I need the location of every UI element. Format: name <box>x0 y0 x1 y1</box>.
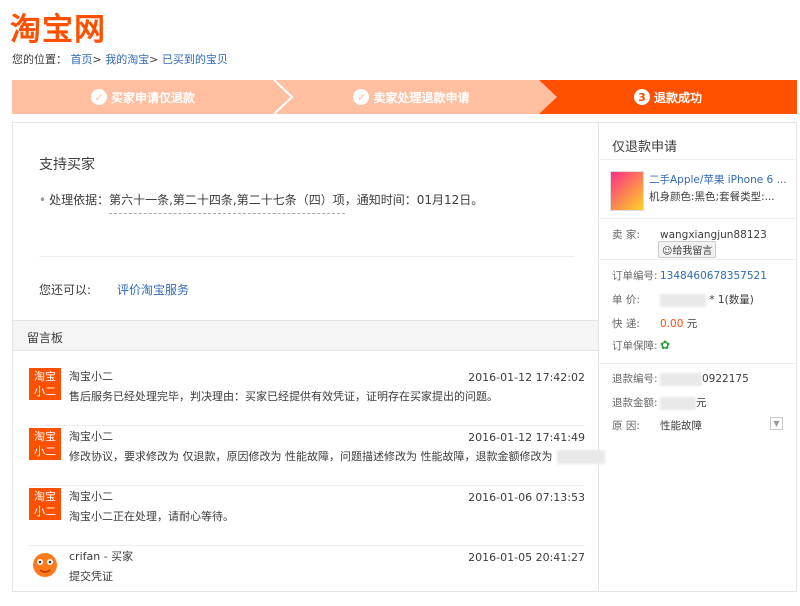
progress-steps: ✓ 买家申请仅退款 ✓ 卖家处理退款申请 3 退款成功 <box>12 80 797 114</box>
basis-time: ，通知时间：01月12日。 <box>344 193 484 207</box>
shipping-row: 快 递: 0.00 元 <box>612 316 697 331</box>
refund-amount-label: 退款金额: <box>612 397 658 409</box>
step-1: ✓ 买家申请仅退款 <box>12 80 274 114</box>
result-title: 支持买家 <box>39 157 95 173</box>
message-item: 淘宝 小二 淘宝小二 2016-01-06 07:13:53 淘宝小二正在处理，请… <box>29 488 585 546</box>
message-author: 淘宝小二 <box>69 490 113 503</box>
message-text: 修改协议，要求修改为 仅退款，原因修改为 性能故障，问题描述修改为 性能故障，退… <box>69 448 605 464</box>
basis-label: 处理依据： <box>49 193 110 207</box>
refund-amount-row: 退款金额: 元 <box>612 395 707 410</box>
reason-label: 原 因: <box>612 420 640 432</box>
rate-service-link[interactable]: 评价淘宝服务 <box>117 283 189 297</box>
sidebar-title: 仅退款申请 <box>612 140 678 155</box>
shipping-label: 快 递: <box>612 318 640 330</box>
step-number-icon: 3 <box>633 89 650 105</box>
price-quantity: * 1(数量) <box>709 294 754 306</box>
divider <box>598 363 797 364</box>
protection-badge-icon[interactable]: ✿ <box>660 338 670 352</box>
breadcrumb-sep: > <box>149 53 159 66</box>
message-author: 淘宝小二 <box>69 430 113 443</box>
shipping-fee: 0.00 <box>660 318 684 330</box>
refund-sidebar: 仅退款申请 二手Apple/苹果 iPhone 6 ... 机身颜色:黑色;套餐… <box>598 122 797 592</box>
basis-line: • 处理依据：第六十一条,第二十四条,第二十七条（四）项，通知时间：01月12日。 <box>39 191 484 214</box>
product-attributes: 机身颜色:黑色;套餐类型:... <box>649 191 775 203</box>
breadcrumb-my-taobao-link[interactable]: 我的淘宝 <box>105 53 149 66</box>
message-text: 淘宝小二正在处理，请耐心等待。 <box>69 510 234 523</box>
avatar: 淘宝 小二 <box>29 368 61 400</box>
reason-row: 原 因: 性能故障 <box>612 418 702 433</box>
avatar <box>29 548 61 580</box>
shipping-unit: 元 <box>686 318 698 330</box>
bullet-icon: • <box>39 193 47 207</box>
message-text: 提交凭证 <box>69 570 113 583</box>
message-item: crifan - 买家 2016-01-05 20:41:27 提交凭证 <box>29 548 585 606</box>
also-label: 您还可以: <box>39 283 92 297</box>
redacted-price <box>660 293 706 307</box>
message-author: crifan - 买家 <box>69 550 134 563</box>
message-text-content: 修改协议，要求修改为 仅退款，原因修改为 性能故障，问题描述修改为 性能故障，退… <box>69 450 553 463</box>
redacted-refund-number <box>660 372 702 386</box>
user-avatar-icon <box>33 553 57 577</box>
message-seller-button[interactable]: ☺给我留言 <box>658 241 717 258</box>
message-time: 2016-01-12 17:42:02 <box>468 371 585 384</box>
message-text: 售后服务已经处理完毕，判决理由：买家已经提供有效凭证，证明存在买家提出的问题。 <box>69 390 498 403</box>
step-3: 3 退款成功 <box>539 80 797 114</box>
message-seller-label: 给我留言 <box>672 246 713 257</box>
divider <box>598 159 797 160</box>
basis-law: 第六十一条,第二十四条,第二十七条（四）项 <box>109 193 345 214</box>
check-icon: ✓ <box>90 89 107 105</box>
protection-label: 订单保障: <box>612 340 658 352</box>
order-row: 订单编号: 1348460678357521 <box>612 268 767 283</box>
breadcrumb: 您的位置： 首页> 我的淘宝> 已买到的宝贝 <box>12 51 228 67</box>
breadcrumb-prefix: 您的位置： <box>12 53 67 66</box>
price-row: 单 价: * 1(数量) <box>612 292 754 307</box>
avatar: 淘宝 小二 <box>29 428 61 460</box>
step-3-label: 退款成功 <box>653 90 702 105</box>
divider <box>598 218 797 219</box>
product-thumbnail[interactable] <box>610 171 644 211</box>
protection-row: 订单保障: ✿ <box>612 338 670 353</box>
seller-row: 卖 家: wangxiangjun88123 <box>612 227 767 242</box>
breadcrumb-sep: > <box>92 53 102 66</box>
reason-value: 性能故障 <box>660 420 702 432</box>
message-author: 淘宝小二 <box>69 370 113 383</box>
message-board-header: 留言板 <box>13 320 598 351</box>
divider <box>39 256 574 257</box>
step-arrow-icon <box>539 80 557 114</box>
main-panel: 支持买家 • 处理依据：第六十一条,第二十四条,第二十七条（四）项，通知时间：01… <box>12 122 605 592</box>
redacted-refund-amount <box>660 396 696 410</box>
also-row: 您还可以: 评价淘宝服务 <box>39 281 189 298</box>
seller-name: wangxiangjun88123 <box>660 229 767 241</box>
order-number-link[interactable]: 1348460678357521 <box>660 270 767 282</box>
refund-amount-unit: 元 <box>696 397 707 409</box>
refund-number-tail: 0922175 <box>702 373 749 385</box>
avatar: 淘宝 小二 <box>29 488 61 520</box>
breadcrumb-home-link[interactable]: 首页 <box>71 53 93 66</box>
step-2-label: 卖家处理退款申请 <box>373 90 470 105</box>
refund-number-row: 退款编号: 0922175 <box>612 371 749 386</box>
divider <box>598 259 797 260</box>
breadcrumb-bought-link[interactable]: 已买到的宝贝 <box>162 53 228 66</box>
seller-label: 卖 家: <box>612 229 640 241</box>
message-item: 淘宝 小二 淘宝小二 2016-01-12 17:41:49 修改协议，要求修改为… <box>29 428 605 486</box>
message-time: 2016-01-12 17:41:49 <box>468 431 585 444</box>
taobao-logo[interactable]: 淘宝网 <box>10 4 106 49</box>
message-item: 淘宝 小二 淘宝小二 2016-01-12 17:42:02 售后服务已经处理完毕… <box>29 368 585 426</box>
chat-icon: ☺ <box>662 246 673 257</box>
price-label: 单 价: <box>612 294 640 306</box>
product-title-link[interactable]: 二手Apple/苹果 iPhone 6 ... <box>649 172 795 187</box>
step-1-label: 买家申请仅退款 <box>110 90 195 105</box>
order-label: 订单编号: <box>612 270 658 282</box>
chevron-down-icon[interactable]: ▼ <box>770 417 783 430</box>
check-icon: ✓ <box>353 89 370 105</box>
message-time: 2016-01-06 07:13:53 <box>468 491 585 504</box>
message-time: 2016-01-05 20:41:27 <box>468 551 585 564</box>
refund-number-label: 退款编号: <box>612 373 658 385</box>
step-2: ✓ 卖家处理退款申请 <box>284 80 539 114</box>
